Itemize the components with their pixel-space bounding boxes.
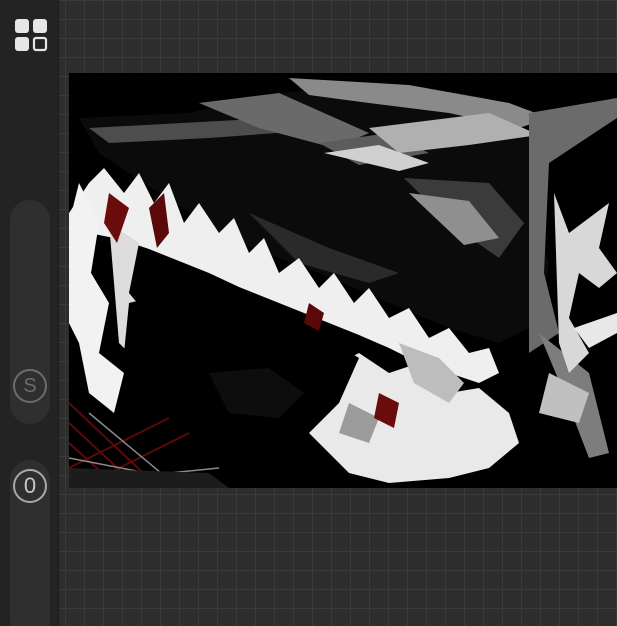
opacity-slider-knob-icon[interactable]: 0 bbox=[10, 466, 50, 506]
size-slider-knob-icon[interactable]: S bbox=[10, 366, 50, 406]
app-window: S 0 bbox=[0, 0, 617, 626]
brush-size-label: S bbox=[13, 369, 47, 403]
brush-opacity-label: 0 bbox=[13, 469, 47, 503]
ink-brush-drawing bbox=[69, 73, 617, 488]
brush-opacity-slider[interactable]: 0 bbox=[10, 460, 50, 626]
grid-menu-icon[interactable] bbox=[14, 18, 48, 52]
brush-size-slider[interactable]: S bbox=[10, 200, 50, 424]
drawing-canvas[interactable] bbox=[69, 73, 617, 488]
sidebar: S 0 bbox=[0, 0, 59, 626]
